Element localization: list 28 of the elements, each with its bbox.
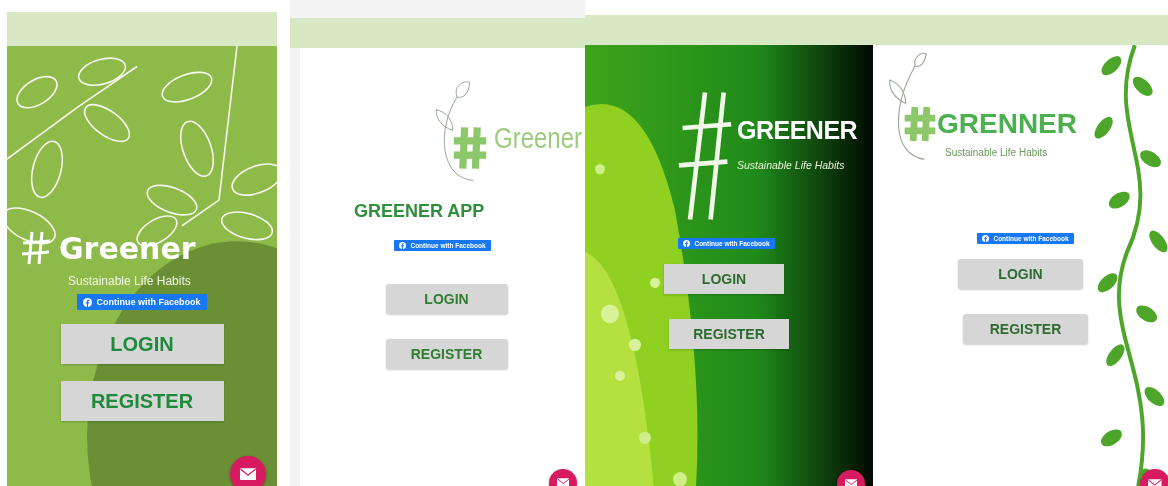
mail-icon bbox=[556, 478, 570, 486]
app-heading: GREENER APP bbox=[354, 201, 485, 222]
logo-title: Greener bbox=[494, 120, 583, 155]
register-button[interactable]: REGISTER bbox=[60, 381, 224, 421]
facebook-button[interactable]: Continue with Facebook bbox=[77, 294, 207, 310]
register-button[interactable]: REGISTER bbox=[385, 339, 508, 369]
login-button[interactable]: LOGIN bbox=[664, 264, 784, 294]
facebook-icon bbox=[982, 235, 990, 242]
register-button[interactable]: REGISTER bbox=[963, 314, 1088, 344]
mail-icon bbox=[844, 479, 858, 486]
facebook-icon bbox=[83, 297, 93, 307]
register-button[interactable]: REGISTER bbox=[669, 319, 789, 349]
facebook-icon bbox=[683, 240, 691, 247]
tagline: Sustainable Life Habits bbox=[68, 274, 192, 288]
hash-icon bbox=[452, 124, 488, 171]
facebook-icon bbox=[399, 242, 407, 249]
login-button[interactable]: LOGIN bbox=[385, 284, 508, 314]
login-button[interactable]: LOGIN bbox=[60, 324, 224, 364]
mail-icon bbox=[239, 467, 257, 481]
login-button[interactable]: LOGIN bbox=[958, 259, 1083, 289]
logo-title: Greener bbox=[59, 230, 196, 266]
logo-title: GREENER bbox=[737, 116, 858, 145]
hash-icon bbox=[21, 230, 51, 266]
tagline: Sustainable Life Habits bbox=[737, 159, 846, 171]
logo-title: GRENNER bbox=[937, 108, 1077, 140]
tagline: Sustainable Life Habits bbox=[945, 147, 1049, 158]
mail-icon bbox=[1148, 478, 1162, 486]
hash-icon bbox=[903, 105, 937, 143]
